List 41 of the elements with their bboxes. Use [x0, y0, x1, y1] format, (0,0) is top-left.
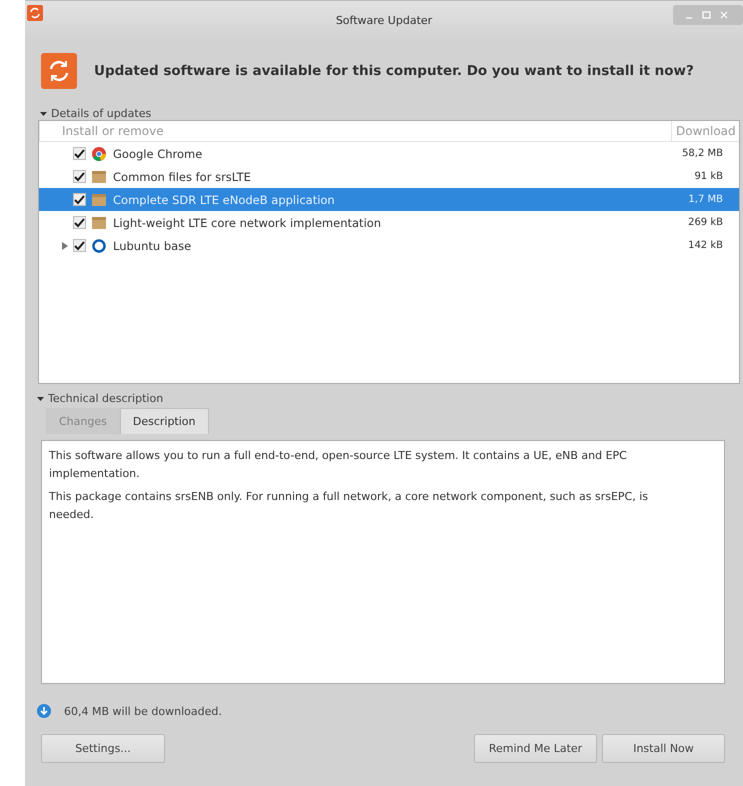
package-icon — [92, 194, 106, 206]
download-size: 1,7 MB — [688, 194, 724, 205]
circle-logo-icon — [92, 238, 106, 252]
refresh-icon — [41, 53, 77, 89]
expander-arrow-icon — [37, 394, 45, 402]
download-size: 91 kB — [694, 171, 724, 182]
download-icon — [37, 704, 51, 718]
update-row[interactable]: Google Chrome 58,2 MB — [39, 142, 739, 165]
expander-arrow-icon[interactable] — [61, 242, 69, 250]
package-name: Light-weight LTE core network implementation — [113, 216, 382, 230]
expander-arrow-icon — [40, 110, 48, 118]
checkbox[interactable] — [73, 239, 86, 252]
description-text: This software allows you to run a full end-to-end, open-source LTE system. It contains a UE, eNB and EPC implementation. — [49, 448, 628, 482]
window-title: Software Updater — [336, 14, 432, 27]
package-name: Complete SDR LTE eNodeB application — [113, 192, 336, 206]
chrome-icon — [92, 146, 106, 160]
checkbox[interactable] — [73, 147, 86, 160]
update-row[interactable]: Common files for srsLTE 91 kB — [39, 165, 739, 188]
description-text: This package contains srsENB only. For running a full network, a core network component, such as srsEPC, is needed. — [49, 489, 650, 523]
refresh-icon — [27, 5, 43, 21]
download-size: 269 kB — [688, 217, 724, 228]
expander[interactable]: Technical description — [37, 392, 740, 405]
package-icon — [92, 170, 106, 182]
settings-button[interactable]: Settings... — [41, 734, 165, 763]
package-name: Common files for srsLTE — [113, 170, 252, 184]
expander[interactable]: Details of updates — [37, 107, 740, 120]
download-size: 58,2 MB — [682, 148, 724, 159]
checkbox[interactable] — [73, 193, 86, 206]
download-summary: 60,4 MB will be downloaded. — [64, 704, 222, 718]
header-message: Updated software is available for this computer. Do you want to install it now? — [94, 63, 694, 79]
tab[interactable]: Description — [120, 408, 209, 434]
install-button[interactable]: Install Now — [602, 734, 725, 763]
checkbox[interactable] — [73, 216, 86, 229]
package-name: Lubuntu base — [113, 238, 192, 252]
update-row[interactable]: Lubuntu base 142 kB — [39, 234, 739, 257]
remind-later-button[interactable]: Remind Me Later — [474, 734, 597, 763]
download-size: 142 kB — [688, 240, 724, 251]
checkbox[interactable] — [73, 170, 86, 183]
package-icon — [92, 216, 106, 228]
package-name: Google Chrome — [113, 146, 204, 160]
update-row[interactable]: Light-weight LTE core network implementation 269 kB — [39, 211, 739, 234]
